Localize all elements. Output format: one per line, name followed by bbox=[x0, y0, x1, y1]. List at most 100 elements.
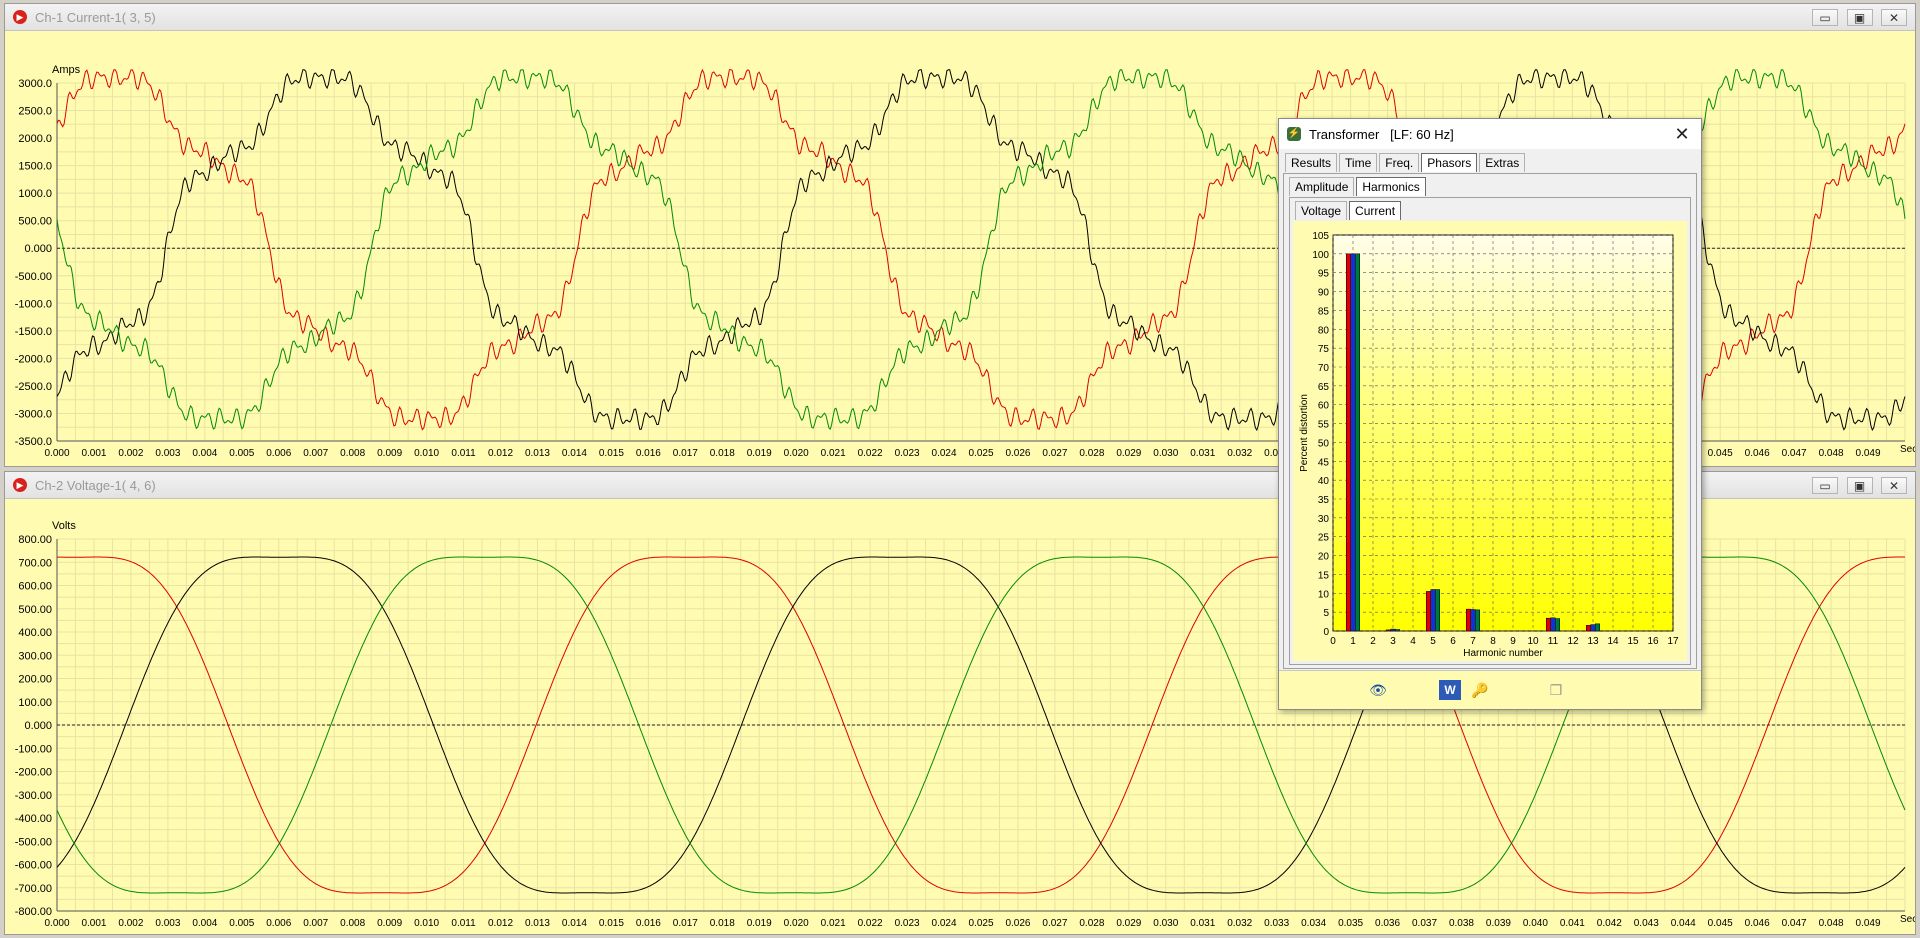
x-unit-label: Sec bbox=[1900, 444, 1915, 455]
x-tick-label: 0.011 bbox=[451, 918, 476, 929]
x-tick-label: 0.049 bbox=[1856, 448, 1881, 459]
tab-voltage[interactable]: Voltage bbox=[1295, 201, 1348, 220]
harmonic-bar bbox=[1586, 625, 1591, 632]
minimize-button[interactable]: ▭ bbox=[1812, 477, 1839, 494]
voltage-window-title: Ch-2 Voltage-1( 4, 6) bbox=[35, 478, 156, 493]
y-tick-label: -3500.0 bbox=[15, 436, 52, 448]
harmonics-chart[interactable]: 1051009590858075706560555045403530252015… bbox=[1293, 221, 1687, 661]
y-tick-label: 0.000 bbox=[24, 243, 52, 255]
harmonic-bar bbox=[1390, 628, 1396, 632]
word-export-icon[interactable]: W bbox=[1439, 680, 1461, 700]
harmonic-bar bbox=[1355, 253, 1360, 632]
x-tick-label: 0.025 bbox=[968, 918, 993, 929]
x-tick-label: 0.035 bbox=[1338, 918, 1363, 929]
x-tick-label: 0 bbox=[1330, 636, 1336, 647]
dialog-close-button[interactable]: ✕ bbox=[1671, 123, 1693, 145]
x-tick-label: 0.046 bbox=[1745, 918, 1770, 929]
x-tick-label: 0.029 bbox=[1116, 448, 1141, 459]
x-tick-label: 0.042 bbox=[1597, 918, 1622, 929]
sub-tabs: Amplitude Harmonics bbox=[1289, 177, 1428, 196]
y-tick-label: 40 bbox=[1318, 476, 1330, 487]
harmonic-bar bbox=[1346, 253, 1351, 632]
x-tick-label: 2 bbox=[1370, 636, 1376, 647]
x-tick-label: 0.000 bbox=[44, 918, 69, 929]
x-tick-label: 0.007 bbox=[303, 918, 328, 929]
y-tick-label: -600.00 bbox=[15, 860, 52, 872]
transformer-dialog: ⚡ Transformer [LF: 60 Hz] ✕ Results Time… bbox=[1278, 118, 1702, 710]
harmonic-bar bbox=[1350, 253, 1356, 632]
x-tick-label: 0.046 bbox=[1745, 448, 1770, 459]
y-tick-label: 100.00 bbox=[18, 697, 52, 709]
y-tick-label: 20 bbox=[1318, 552, 1330, 563]
y-tick-label: 80 bbox=[1318, 325, 1330, 336]
x-tick-label: 0.026 bbox=[1005, 448, 1030, 459]
x-tick-label: 0.044 bbox=[1671, 918, 1696, 929]
x-tick-label: 0.019 bbox=[747, 918, 772, 929]
x-tick-label: 0.003 bbox=[155, 918, 180, 929]
harmonic-bar bbox=[1550, 617, 1556, 632]
tab-freq[interactable]: Freq. bbox=[1379, 153, 1420, 172]
x-tick-label: 0.007 bbox=[303, 448, 328, 459]
y-tick-label: -2000.0 bbox=[15, 353, 52, 365]
tab-harmonics[interactable]: Harmonics bbox=[1356, 177, 1426, 196]
close-button[interactable]: ✕ bbox=[1881, 477, 1907, 494]
x-tick-label: 0.027 bbox=[1042, 448, 1067, 459]
restore-button[interactable]: ▣ bbox=[1846, 477, 1873, 494]
app-icon[interactable]: ▶ bbox=[13, 478, 27, 492]
y-tick-label: 1500.0 bbox=[18, 161, 52, 173]
x-tick-label: 9 bbox=[1510, 636, 1516, 647]
app-icon[interactable]: ▶ bbox=[13, 10, 27, 24]
x-tick-label: 0.031 bbox=[1190, 918, 1215, 929]
x-tick-label: 0.047 bbox=[1782, 448, 1807, 459]
x-tick-label: 0.023 bbox=[895, 448, 920, 459]
y-tick-label: 10 bbox=[1318, 589, 1330, 600]
y-tick-label: 55 bbox=[1318, 420, 1330, 431]
y-tick-label: -800.00 bbox=[15, 906, 52, 918]
close-button[interactable]: ✕ bbox=[1881, 9, 1907, 26]
key-icon[interactable]: 🔑 bbox=[1469, 680, 1491, 700]
x-tick-label: 0.021 bbox=[821, 448, 846, 459]
x-tick-label: 4 bbox=[1410, 636, 1416, 647]
tab-extras[interactable]: Extras bbox=[1479, 153, 1526, 172]
y-tick-label: -3000.0 bbox=[15, 408, 52, 420]
y-tick-label: 95 bbox=[1318, 269, 1330, 280]
y-tick-label: 500.00 bbox=[18, 216, 52, 228]
tab-results[interactable]: Results bbox=[1285, 153, 1338, 172]
y-tick-label: 300.00 bbox=[18, 650, 52, 662]
x-tick-label: 0.009 bbox=[377, 448, 402, 459]
x-tick-label: 0.002 bbox=[118, 918, 143, 929]
y-tick-label: 1000.0 bbox=[18, 188, 52, 200]
current-window-titlebar[interactable]: ▶ Ch-1 Current-1( 3, 5) ▭ ▣ ✕ bbox=[5, 4, 1915, 31]
tab-time[interactable]: Time bbox=[1339, 153, 1378, 172]
x-tick-label: 0.016 bbox=[636, 448, 661, 459]
y-tick-label: -700.00 bbox=[15, 883, 52, 895]
y-tick-label: 2000.0 bbox=[18, 133, 52, 145]
y-tick-label: 50 bbox=[1318, 438, 1330, 449]
minimize-button[interactable]: ▭ bbox=[1812, 9, 1839, 26]
harmonic-bar bbox=[1590, 624, 1596, 632]
x-tick-label: 0.032 bbox=[1227, 918, 1252, 929]
y-tick-label: 35 bbox=[1318, 495, 1330, 506]
x-tick-label: 0.012 bbox=[488, 448, 513, 459]
x-tick-label: 0.028 bbox=[1079, 918, 1104, 929]
x-tick-label: 0.012 bbox=[488, 918, 513, 929]
tab-amplitude[interactable]: Amplitude bbox=[1289, 177, 1355, 196]
y-tick-label: 65 bbox=[1318, 382, 1330, 393]
restore-button[interactable]: ▣ bbox=[1846, 9, 1873, 26]
eye-icon[interactable]: 👁 bbox=[1367, 680, 1389, 700]
x-tick-label: 0.003 bbox=[155, 448, 180, 459]
dialog-titlebar[interactable]: ⚡ Transformer [LF: 60 Hz] ✕ bbox=[1279, 119, 1701, 149]
tab-phasors[interactable]: Phasors bbox=[1421, 153, 1478, 172]
tab-current[interactable]: Current bbox=[1349, 201, 1402, 220]
x-tick-label: 0.006 bbox=[266, 918, 291, 929]
x-tick-label: 0.031 bbox=[1190, 448, 1215, 459]
x-tick-label: 0.030 bbox=[1153, 448, 1178, 459]
transformer-icon: ⚡ bbox=[1287, 127, 1301, 141]
x-tick-label: 1 bbox=[1350, 636, 1356, 647]
x-tick-label: 0.014 bbox=[562, 918, 587, 929]
x-tick-label: 16 bbox=[1647, 636, 1659, 647]
harmonic-bar bbox=[1386, 629, 1391, 632]
x-tick-label: 0.047 bbox=[1782, 918, 1807, 929]
copy-windows-icon[interactable]: ❐ bbox=[1545, 680, 1567, 700]
x-tick-label: 7 bbox=[1470, 636, 1476, 647]
